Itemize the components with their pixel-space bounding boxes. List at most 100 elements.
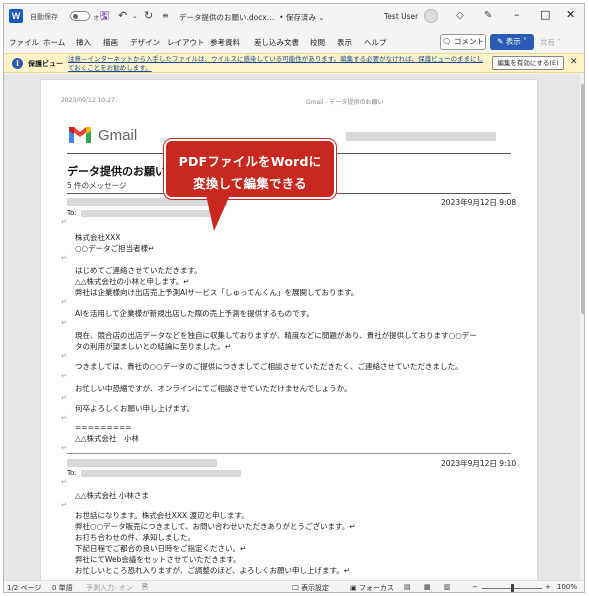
minimize-button[interactable]: – bbox=[514, 8, 520, 22]
print-layout-icon[interactable]: ▦ bbox=[424, 583, 431, 591]
document-title[interactable]: データ提供のお願い.docx… • 保存済み ⌄ bbox=[179, 12, 325, 23]
user-avatar[interactable] bbox=[424, 9, 438, 23]
mail-line: お忙しいところ恐れ入りますが、ご調整のほど、よろしくお願い申し上げます。↵ bbox=[75, 566, 351, 575]
protected-view-message[interactable]: 注意—インターネットから入手したファイルは、ウイルスに感染している可能性がありま… bbox=[68, 55, 488, 72]
page-count[interactable]: 1/2 ページ bbox=[7, 583, 41, 592]
callout-annotation: PDFファイルをWordに 変換して編集できる bbox=[164, 139, 336, 199]
enable-editing-button[interactable]: 編集を有効にする(E) bbox=[492, 56, 564, 70]
share-button[interactable]: 共有 ˅ bbox=[540, 37, 561, 48]
tab-design[interactable]: デザイン bbox=[130, 37, 160, 48]
diamond-icon[interactable]: ◇ bbox=[456, 9, 464, 23]
tab-mailings[interactable]: 差し込み文書 bbox=[254, 37, 299, 48]
paragraph-mark: ↵ bbox=[61, 319, 67, 327]
document-canvas[interactable]: 2023/09/12 10:27 Gmail - データ提供のお願い Gmail… bbox=[4, 74, 580, 580]
paragraph-mark: ↵ bbox=[61, 298, 67, 306]
maximize-button[interactable]: □ bbox=[540, 8, 550, 22]
tab-help[interactable]: ヘルプ bbox=[364, 37, 387, 48]
tab-review[interactable]: 校閲 bbox=[310, 37, 325, 48]
mail-line: 弊社○○データ販売につきまして、お問い合わせいただきありがとうございます。↵ bbox=[75, 522, 356, 531]
paragraph-mark: ↵ bbox=[61, 478, 67, 486]
redacted-sender bbox=[67, 198, 227, 206]
word-app-icon: W bbox=[9, 9, 23, 23]
paragraph-mark: ↵ bbox=[61, 254, 67, 262]
qat-customize-icon[interactable]: ≡ bbox=[162, 9, 169, 23]
redo-icon[interactable]: ↻ bbox=[144, 9, 153, 23]
paragraph-mark: ↵ bbox=[61, 501, 67, 509]
autosave-toggle[interactable] bbox=[70, 11, 90, 21]
paragraph-mark: ↵ bbox=[61, 394, 67, 402]
to-label: To: bbox=[67, 469, 77, 477]
status-bar: 1/2 ページ 0 単語 予測入力: オン 🗎 🖵 表示設定 ▣ フォーカス ▤… bbox=[4, 580, 584, 592]
mail-line: 弊社は企業様向け出店売上予測AIサービス「しゅってんくん」を展開しております。 bbox=[75, 288, 359, 297]
mail-line: つきましては、貴社の○○データのご提供につきましてご相談させていただきたく、ご連… bbox=[75, 362, 463, 371]
tab-view[interactable]: 表示 bbox=[337, 37, 352, 48]
tab-home[interactable]: ホーム bbox=[43, 37, 65, 48]
mail-line: △△株式会社 小林 bbox=[75, 434, 140, 443]
scrollbar-thumb[interactable] bbox=[581, 84, 584, 314]
undo-icon[interactable]: ↶ bbox=[118, 9, 127, 23]
close-icon[interactable]: ✕ bbox=[570, 57, 578, 67]
accessibility-icon[interactable]: 🗎 bbox=[142, 583, 148, 592]
paragraph-mark: ↵ bbox=[61, 372, 67, 380]
comment-button[interactable]: 🗨 コメント bbox=[440, 34, 486, 50]
redacted-sender bbox=[67, 459, 217, 467]
mail-line: タの利用が望ましいとの結論に至りました。↵ bbox=[75, 342, 232, 351]
undo-dropdown-icon[interactable]: ⌄ bbox=[132, 9, 138, 23]
mail-date: 2023年9月12日 9:10 bbox=[441, 459, 517, 468]
mail-line: はじめてご連絡させていただきます。 bbox=[75, 266, 202, 275]
mail-line: △△株式会社 小林さま bbox=[75, 491, 149, 500]
read-mode-icon[interactable]: ▤ bbox=[404, 583, 411, 591]
paragraph-mark: ↵ bbox=[61, 444, 67, 452]
gmail-wordmark: Gmail bbox=[98, 126, 138, 144]
tab-references[interactable]: 参考資料 bbox=[210, 37, 240, 48]
divider bbox=[67, 453, 511, 454]
info-icon: i bbox=[12, 58, 23, 69]
mail-line: 何卒よろしくお願い申し上げます。 bbox=[75, 404, 195, 413]
mail-line: 弊社にてWeb会議をセットさせていただきます。 bbox=[75, 555, 241, 564]
mail-line: お世話になります。株式会社XXX 渡辺と申します。 bbox=[75, 511, 249, 520]
zoom-out-icon[interactable]: − bbox=[472, 583, 478, 591]
print-header: Gmail - データ提供のお願い bbox=[306, 99, 384, 106]
callout-line-2: 変換して編集できる bbox=[193, 176, 307, 191]
mail-line: 下記日程でご都合の良い日時をご指定ください。↵ bbox=[75, 544, 247, 553]
paragraph-mark: ↵ bbox=[61, 352, 67, 360]
mail-line: 現在、競合店の出店データなどを独自に収集しておりますが、精度などに問題があり、貴… bbox=[75, 331, 477, 340]
mail-date: 2023年9月12日 9:08 bbox=[441, 198, 517, 207]
print-date: 2023/09/12 10:27 bbox=[61, 97, 115, 104]
web-layout-icon[interactable]: ▥ bbox=[444, 583, 451, 591]
mail-line: 株式会社XXX bbox=[75, 233, 121, 242]
word-count[interactable]: 0 単語 bbox=[52, 583, 73, 592]
word-window: W 自動保存 オフ 🖫 ↶ ⌄ ↻ ≡ データ提供のお願い.docx… • 保存… bbox=[3, 3, 585, 593]
text-prediction[interactable]: 予測入力: オン bbox=[86, 583, 133, 592]
focus-button[interactable]: ▣ フォーカス bbox=[350, 583, 394, 592]
title-bar: W 自動保存 オフ 🖫 ↶ ⌄ ↻ ≡ データ提供のお願い.docx… • 保存… bbox=[4, 4, 584, 29]
paragraph-mark: ↵ bbox=[61, 218, 67, 226]
callout-line-1: PDFファイルをWordに bbox=[178, 154, 322, 169]
user-name[interactable]: Test User bbox=[384, 12, 418, 21]
protected-view-bar: i 保護ビュー 注意—インターネットから入手したファイルは、ウイルスに感染してい… bbox=[4, 53, 584, 73]
pen-icon[interactable]: ✎ bbox=[484, 9, 492, 23]
display-mode-button[interactable]: ✎ 表示 ˅ bbox=[490, 34, 534, 50]
tab-insert[interactable]: 挿入 bbox=[76, 37, 91, 48]
mail-line: △△株式会社の小林と申します。↵ bbox=[75, 277, 190, 286]
mail-line: ○○データご担当者様↵ bbox=[75, 244, 155, 253]
display-settings-button[interactable]: 🖵 表示設定 bbox=[292, 583, 329, 592]
autosave-label: 自動保存 bbox=[30, 13, 58, 21]
paragraph-mark: ↵ bbox=[61, 414, 67, 422]
zoom-slider-thumb[interactable] bbox=[511, 584, 514, 592]
close-window-button[interactable]: ✕ bbox=[566, 8, 575, 22]
zoom-in-icon[interactable]: + bbox=[545, 583, 551, 591]
protected-view-title: 保護ビュー bbox=[28, 60, 63, 68]
mail-line: AIを活用して企業様が新規出店した際の売上予測を提供するものです。 bbox=[75, 309, 314, 318]
to-label: To: bbox=[67, 209, 77, 217]
zoom-level[interactable]: 100% bbox=[557, 583, 577, 591]
redacted-recipient bbox=[81, 210, 221, 217]
save-icon[interactable]: 🖫 bbox=[100, 9, 109, 23]
redacted-email bbox=[346, 132, 496, 141]
tab-file[interactable]: ファイル bbox=[9, 37, 39, 48]
tab-draw[interactable]: 描画 bbox=[103, 37, 118, 48]
tab-layout[interactable]: レイアウト bbox=[167, 37, 205, 48]
mail-subject: データ提供のお願い bbox=[67, 165, 166, 178]
callout-pointer bbox=[206, 195, 230, 231]
vertical-scrollbar[interactable] bbox=[580, 74, 584, 580]
